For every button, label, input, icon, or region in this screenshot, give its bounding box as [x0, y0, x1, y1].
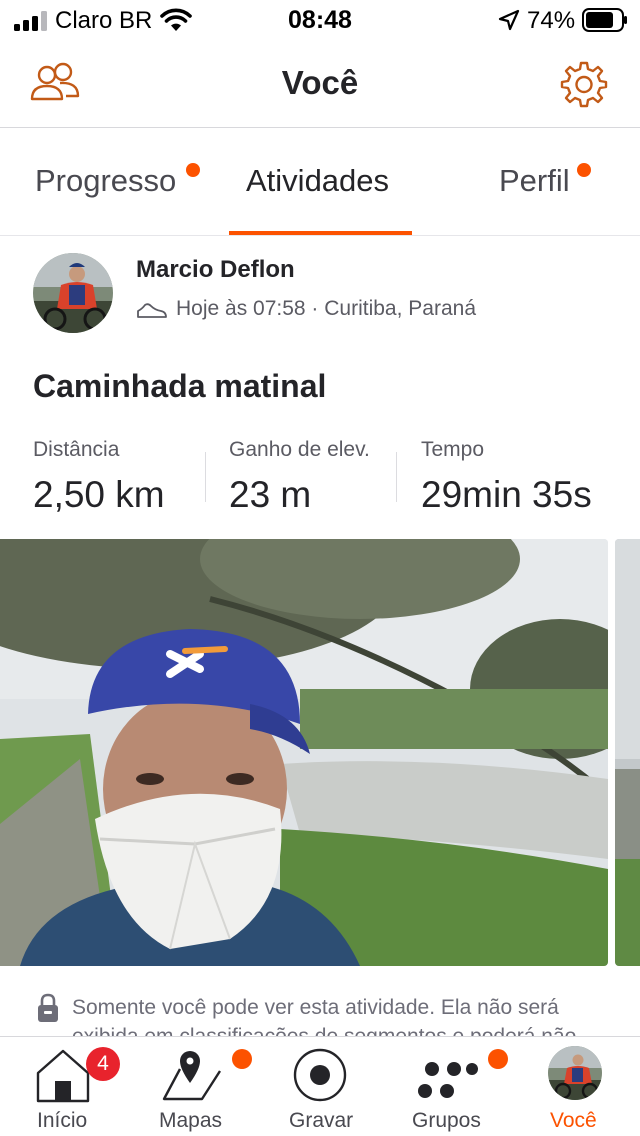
- top-navigation-bar: Você: [0, 42, 640, 128]
- tab-label: Mapas: [159, 1109, 223, 1132]
- page-title: Você: [281, 64, 359, 101]
- lock-icon: [38, 993, 58, 1022]
- tab-label: Perfil: [499, 163, 570, 198]
- stat-value: 2,50 km: [33, 474, 165, 515]
- notification-dot: [488, 1049, 508, 1069]
- tab-progresso[interactable]: Progresso: [0, 129, 213, 236]
- settings-gear-icon[interactable]: [560, 60, 608, 108]
- tab-perfil[interactable]: Perfil: [426, 129, 640, 236]
- avatar-photo: [33, 253, 113, 333]
- tab-atividades[interactable]: Atividades: [213, 129, 426, 236]
- stat-elevation-gain: Ganho de elev. 23 m: [229, 438, 370, 516]
- status-bar: Claro BR 08:48 74%: [0, 0, 640, 42]
- stat-divider: [205, 452, 206, 502]
- activity-date-location: Hoje às 07:58 · Curitiba, Paraná: [176, 297, 476, 320]
- notification-dot: [186, 163, 200, 177]
- groups-icon: [418, 1062, 478, 1098]
- tab-gravar[interactable]: Gravar: [256, 1037, 384, 1136]
- battery-percent: 74%: [527, 7, 576, 34]
- notification-badge: 4: [86, 1047, 120, 1081]
- selfie-photo: [0, 539, 608, 966]
- activity-title[interactable]: Caminhada matinal: [33, 368, 326, 405]
- tab-label: Início: [37, 1109, 88, 1132]
- tab-label: Grupos: [412, 1109, 481, 1132]
- stat-label: Ganho de elev.: [229, 438, 370, 461]
- stat-value: 23 m: [229, 474, 312, 515]
- stat-label: Tempo: [421, 438, 485, 461]
- avatar-photo: [548, 1046, 602, 1100]
- athlete-name[interactable]: Marcio Deflon: [136, 256, 295, 284]
- stat-distance: Distância 2,50 km: [33, 438, 165, 516]
- tab-inicio[interactable]: 4 Início: [0, 1037, 128, 1136]
- record-icon: [293, 1048, 347, 1102]
- home-icon: [36, 1049, 90, 1103]
- walking-shoe-icon: [137, 303, 167, 318]
- bottom-tab-bar: 4 Início Mapas Gravar Grupos Você: [0, 1036, 640, 1136]
- tab-label: Atividades: [246, 163, 390, 198]
- location-arrow-icon: [498, 9, 520, 31]
- stat-time: Tempo 29min 35s: [421, 438, 592, 516]
- tab-label: Progresso: [35, 163, 177, 198]
- athlete-avatar[interactable]: [33, 253, 113, 333]
- notification-dot: [232, 1049, 252, 1069]
- stat-value: 29min 35s: [421, 474, 592, 515]
- maps-icon: [162, 1051, 222, 1101]
- battery-icon: [582, 8, 627, 32]
- tab-grupos[interactable]: Grupos: [384, 1037, 512, 1136]
- section-tabs: Progresso Atividades Perfil: [0, 129, 640, 236]
- avatar[interactable]: [548, 1046, 602, 1100]
- next-photo-preview[interactable]: [615, 539, 640, 966]
- stat-label: Distância: [33, 438, 120, 461]
- activity-photo[interactable]: [0, 539, 608, 966]
- photo-thumbnail: [615, 539, 640, 966]
- active-tab-indicator: [229, 231, 412, 235]
- notification-dot: [577, 163, 591, 177]
- stat-divider: [396, 452, 397, 502]
- tab-mapas[interactable]: Mapas: [128, 1037, 256, 1136]
- tab-label: Você: [550, 1109, 597, 1132]
- tab-label: Gravar: [289, 1109, 354, 1132]
